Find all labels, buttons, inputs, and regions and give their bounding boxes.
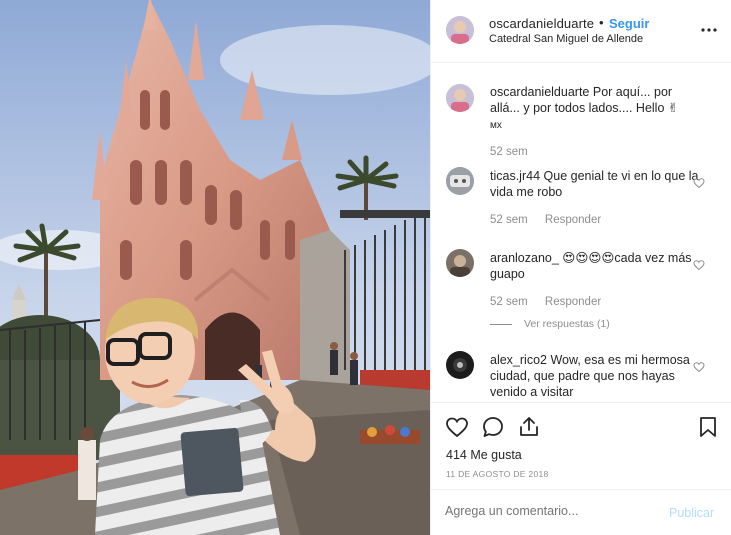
profile-picture-icon [446,249,474,277]
post-username[interactable]: oscardanielduarte [489,16,594,31]
comment-body-extra: мх [490,120,502,131]
post-photo[interactable] [0,0,430,535]
comment-username[interactable]: oscardanielduarte [490,85,589,99]
profile-picture-icon [446,84,474,112]
heart-icon[interactable] [693,177,705,189]
share-icon[interactable] [517,415,541,439]
comment-username[interactable]: ticas.jr44 [490,169,540,183]
profile-picture-icon [446,16,474,44]
comment-input[interactable] [445,504,655,518]
heart-icon[interactable] [445,415,469,439]
comment-meta: 52 sem Responder [490,214,601,226]
heart-icon[interactable] [693,361,705,373]
comment-text: aranlozano_ 😍😍😍😍cada vez más guapo [490,250,700,282]
comment-composer: Publicar [431,489,731,535]
post-date: 11 DE AGOSTO DE 2018 [446,469,549,479]
profile-picture-icon [446,351,474,379]
action-bar: 414 Me gusta 11 DE AGOSTO DE 2018 [431,402,731,488]
comments-list[interactable]: oscardanielduarte Por aquí... por allá..… [431,64,731,402]
post-image [0,0,430,535]
profile-picture-icon [446,167,474,195]
comment-icon[interactable] [481,415,505,439]
comment-time[interactable]: 52 sem [490,214,528,226]
view-replies-label: Ver respuestas (1) [524,318,610,330]
follow-button[interactable]: Seguir [609,16,649,31]
comment-username[interactable]: alex_rico2 [490,353,547,367]
comment-text: ticas.jr44 Que genial te vi en lo que la… [490,168,700,200]
post-panel: oscardanielduarte • Seguir Catedral San … [430,0,731,535]
comment-username[interactable]: aranlozano_ [490,251,559,265]
reply-button[interactable]: Responder [545,296,601,308]
reply-button[interactable]: Responder [545,214,601,226]
avatar[interactable] [446,16,474,44]
divider-line [490,323,512,325]
comment-time[interactable]: 52 sem [490,146,528,158]
comment-text: oscardanielduarte Por aquí... por allá..… [490,84,700,134]
comment-time[interactable]: 52 sem [490,296,528,308]
comment-meta: 52 sem [490,146,528,158]
heart-icon[interactable] [693,259,705,271]
post-location[interactable]: Catedral San Miguel de Allende [489,33,643,45]
ellipsis-icon[interactable] [699,20,719,40]
comment-text: alex_rico2 Wow, esa es mi hermosa ciudad… [490,352,700,400]
avatar[interactable] [446,167,474,195]
avatar[interactable] [446,84,474,112]
bookmark-icon[interactable] [696,415,720,439]
publish-button[interactable]: Publicar [669,506,714,520]
likes-count[interactable]: 414 Me gusta [446,448,522,462]
post-header: oscardanielduarte • Seguir Catedral San … [431,0,731,63]
comment-meta: 52 sem Responder [490,296,601,308]
separator-dot: • [599,15,604,30]
view-replies-button[interactable]: Ver respuestas (1) [490,318,610,330]
avatar[interactable] [446,249,474,277]
avatar[interactable] [446,351,474,379]
